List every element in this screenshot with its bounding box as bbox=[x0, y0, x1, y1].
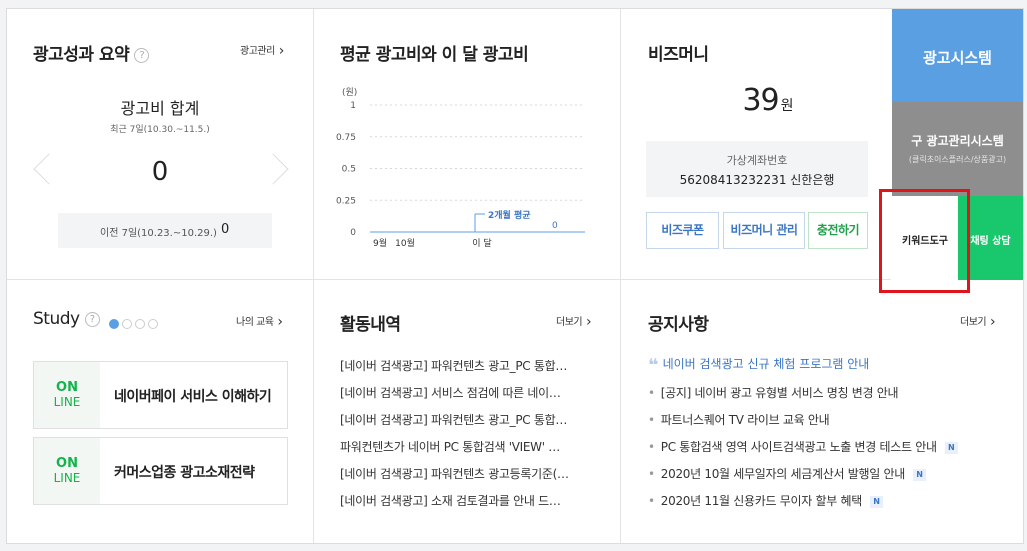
ad-manage-link[interactable]: 광고관리 bbox=[240, 42, 284, 58]
online-badge: ON LINE bbox=[34, 362, 100, 428]
study-card[interactable]: ON LINE 커머스업종 광고소재전략 bbox=[33, 437, 288, 505]
notice-text: [공지] 네이버 광고 유형별 서비스 명칭 변경 안내 bbox=[660, 386, 899, 400]
bizcoupon-button[interactable]: 비즈쿠폰 bbox=[646, 212, 719, 249]
notice-item[interactable]: • 2020년 10월 세무일자의 세금계산서 발행일 안내 N bbox=[648, 465, 926, 482]
study-title-text: Study bbox=[33, 309, 80, 329]
divider bbox=[7, 279, 891, 280]
bullet-icon: • bbox=[648, 413, 655, 427]
bullet-icon: • bbox=[648, 494, 655, 508]
pager-dot[interactable] bbox=[122, 319, 132, 329]
old-system-button[interactable]: 구 광고관리시스템 (클릭초이스플러스/상품광고) bbox=[892, 102, 1023, 196]
bullet-icon: • bbox=[648, 386, 655, 400]
help-icon[interactable]: ? bbox=[84, 311, 100, 327]
new-badge-icon: N bbox=[912, 468, 926, 481]
quote-icon: ❝ bbox=[648, 355, 659, 376]
bullet-icon: • bbox=[648, 467, 655, 481]
y-axis-unit: (원) bbox=[342, 87, 357, 98]
ad-system-label: 광고시스템 bbox=[922, 49, 992, 67]
prev-cost-value: 0 bbox=[221, 222, 230, 237]
bizmoney-amount: 39 bbox=[742, 83, 779, 118]
prev-cost-box: 이전 7일(10.23.~10.29.) 0 bbox=[58, 213, 272, 248]
notice-title: 공지사항 bbox=[648, 315, 709, 335]
activity-item[interactable]: [네이버 검색광고] 서비스 점검에 따른 네이… bbox=[340, 384, 590, 401]
featured-notice-text: 네이버 검색광고 신규 체험 프로그램 안내 bbox=[662, 357, 870, 371]
y-tick-label: 0.75 bbox=[336, 133, 356, 143]
account-box: 가상계좌번호 56208413232231 신한은행 bbox=[646, 141, 868, 197]
notice-text: PC 통합검색 영역 사이트검색광고 노출 변경 테스트 안내 bbox=[660, 440, 937, 454]
avg-cost-chart: (원) 1 0.75 0.5 0.25 0 9월 10월 이 달 2개월 평균 0 bbox=[336, 87, 585, 249]
notice-text: 파트너스퀘어 TV 라이브 교육 안내 bbox=[660, 413, 830, 427]
new-badge-icon: N bbox=[869, 495, 883, 508]
summary-title-text: 광고성과 요약 bbox=[33, 45, 130, 65]
old-system-label: 구 광고관리시스템 bbox=[911, 134, 1004, 148]
online-text: LINE bbox=[53, 395, 81, 409]
x-tick-label: 9월 bbox=[373, 237, 387, 249]
old-system-sub: (클릭초이스플러스/상품광고) bbox=[908, 155, 1007, 164]
divider bbox=[620, 9, 621, 543]
pager-dot-active[interactable] bbox=[109, 319, 119, 329]
featured-notice[interactable]: ❝ 네이버 검색광고 신규 체험 프로그램 안내 bbox=[648, 355, 869, 376]
notice-item[interactable]: • 2020년 11월 신용카드 무이자 할부 혜택 N bbox=[648, 492, 883, 509]
activity-more-link[interactable]: 더보기 bbox=[556, 313, 591, 329]
avg-chart-title: 평균 광고비와 이 달 광고비 bbox=[340, 45, 529, 65]
cost-title: 광고비 합계 bbox=[120, 99, 200, 118]
annotation-label: 2개월 평균 bbox=[488, 209, 531, 221]
notice-text: 2020년 10월 세무일자의 세금계산서 발행일 안내 bbox=[660, 467, 905, 481]
activity-item[interactable]: [네이버 검색광고] 파워컨텐츠 광고_PC 통합… bbox=[340, 357, 590, 374]
bizmoney-title: 비즈머니 bbox=[648, 45, 709, 65]
online-text: ON bbox=[56, 456, 78, 471]
notice-item[interactable]: • 파트너스퀘어 TV 라이브 교육 안내 bbox=[648, 411, 830, 428]
bizmoney-amount-row: 39 원 bbox=[648, 83, 888, 118]
x-tick-label: 이 달 bbox=[472, 237, 491, 249]
divider bbox=[313, 9, 314, 543]
notice-item[interactable]: • [공지] 네이버 광고 유형별 서비스 명칭 변경 안내 bbox=[648, 384, 899, 401]
online-badge: ON LINE bbox=[34, 438, 100, 504]
cost-period: 최근 7일(10.30.~11.5.) bbox=[110, 125, 210, 135]
online-text: ON bbox=[56, 380, 78, 395]
bizmoney-unit: 원 bbox=[780, 98, 794, 114]
activity-item[interactable]: [네이버 검색광고] 파워컨텐츠 광고_PC 통합… bbox=[340, 411, 590, 428]
y-tick-label: 1 bbox=[350, 101, 356, 111]
study-card[interactable]: ON LINE 네이버페이 서비스 이해하기 bbox=[33, 361, 288, 429]
y-tick-label: 0 bbox=[350, 228, 356, 238]
new-badge-icon: N bbox=[944, 441, 958, 454]
bizmoney-manage-button[interactable]: 비즈머니 관리 bbox=[723, 212, 805, 249]
activity-title: 활동내역 bbox=[340, 315, 401, 335]
account-label: 가상계좌번호 bbox=[726, 154, 788, 167]
cost-value: 0 bbox=[151, 157, 169, 187]
study-pager bbox=[109, 314, 158, 333]
bullet-icon: • bbox=[648, 440, 655, 454]
activity-item[interactable]: [네이버 검색광고] 소재 검토결과를 안내 드… bbox=[340, 492, 590, 509]
notice-more-link[interactable]: 더보기 bbox=[960, 313, 995, 329]
summary-title: 광고성과 요약? bbox=[33, 40, 150, 65]
study-card-label: 커머스업종 광고소재전략 bbox=[114, 465, 255, 481]
activity-item[interactable]: [네이버 검색광고] 파워컨텐츠 광고등록기준(… bbox=[340, 465, 590, 482]
charge-button[interactable]: 충전하기 bbox=[808, 212, 868, 249]
prev-cost-label: 이전 7일(10.23.~10.29.) bbox=[100, 228, 217, 239]
study-title: Study? bbox=[33, 309, 100, 329]
highlight-box bbox=[879, 189, 970, 293]
pager-dot[interactable] bbox=[135, 319, 145, 329]
notice-text: 2020년 11월 신용카드 무이자 할부 혜택 bbox=[660, 494, 863, 508]
activity-item[interactable]: 파워컨텐츠가 네이버 PC 통합검색 'VIEW' … bbox=[340, 438, 590, 455]
y-tick-label: 0.25 bbox=[336, 196, 356, 206]
notice-item[interactable]: • PC 통합검색 영역 사이트검색광고 노출 변경 테스트 안내 N bbox=[648, 438, 958, 455]
y-tick-label: 0.5 bbox=[342, 165, 356, 175]
x-tick-label: 10월 bbox=[395, 237, 415, 249]
pager-dot[interactable] bbox=[148, 319, 158, 329]
account-number: 56208413232231 신한은행 bbox=[679, 173, 835, 187]
help-icon[interactable]: ? bbox=[134, 47, 150, 63]
ad-system-button[interactable]: 광고시스템 bbox=[892, 9, 1023, 102]
my-education-link[interactable]: 나의 교육 bbox=[236, 313, 283, 329]
annotation-value: 0 bbox=[552, 221, 558, 231]
online-text: LINE bbox=[53, 471, 81, 485]
study-card-label: 네이버페이 서비스 이해하기 bbox=[114, 389, 272, 405]
